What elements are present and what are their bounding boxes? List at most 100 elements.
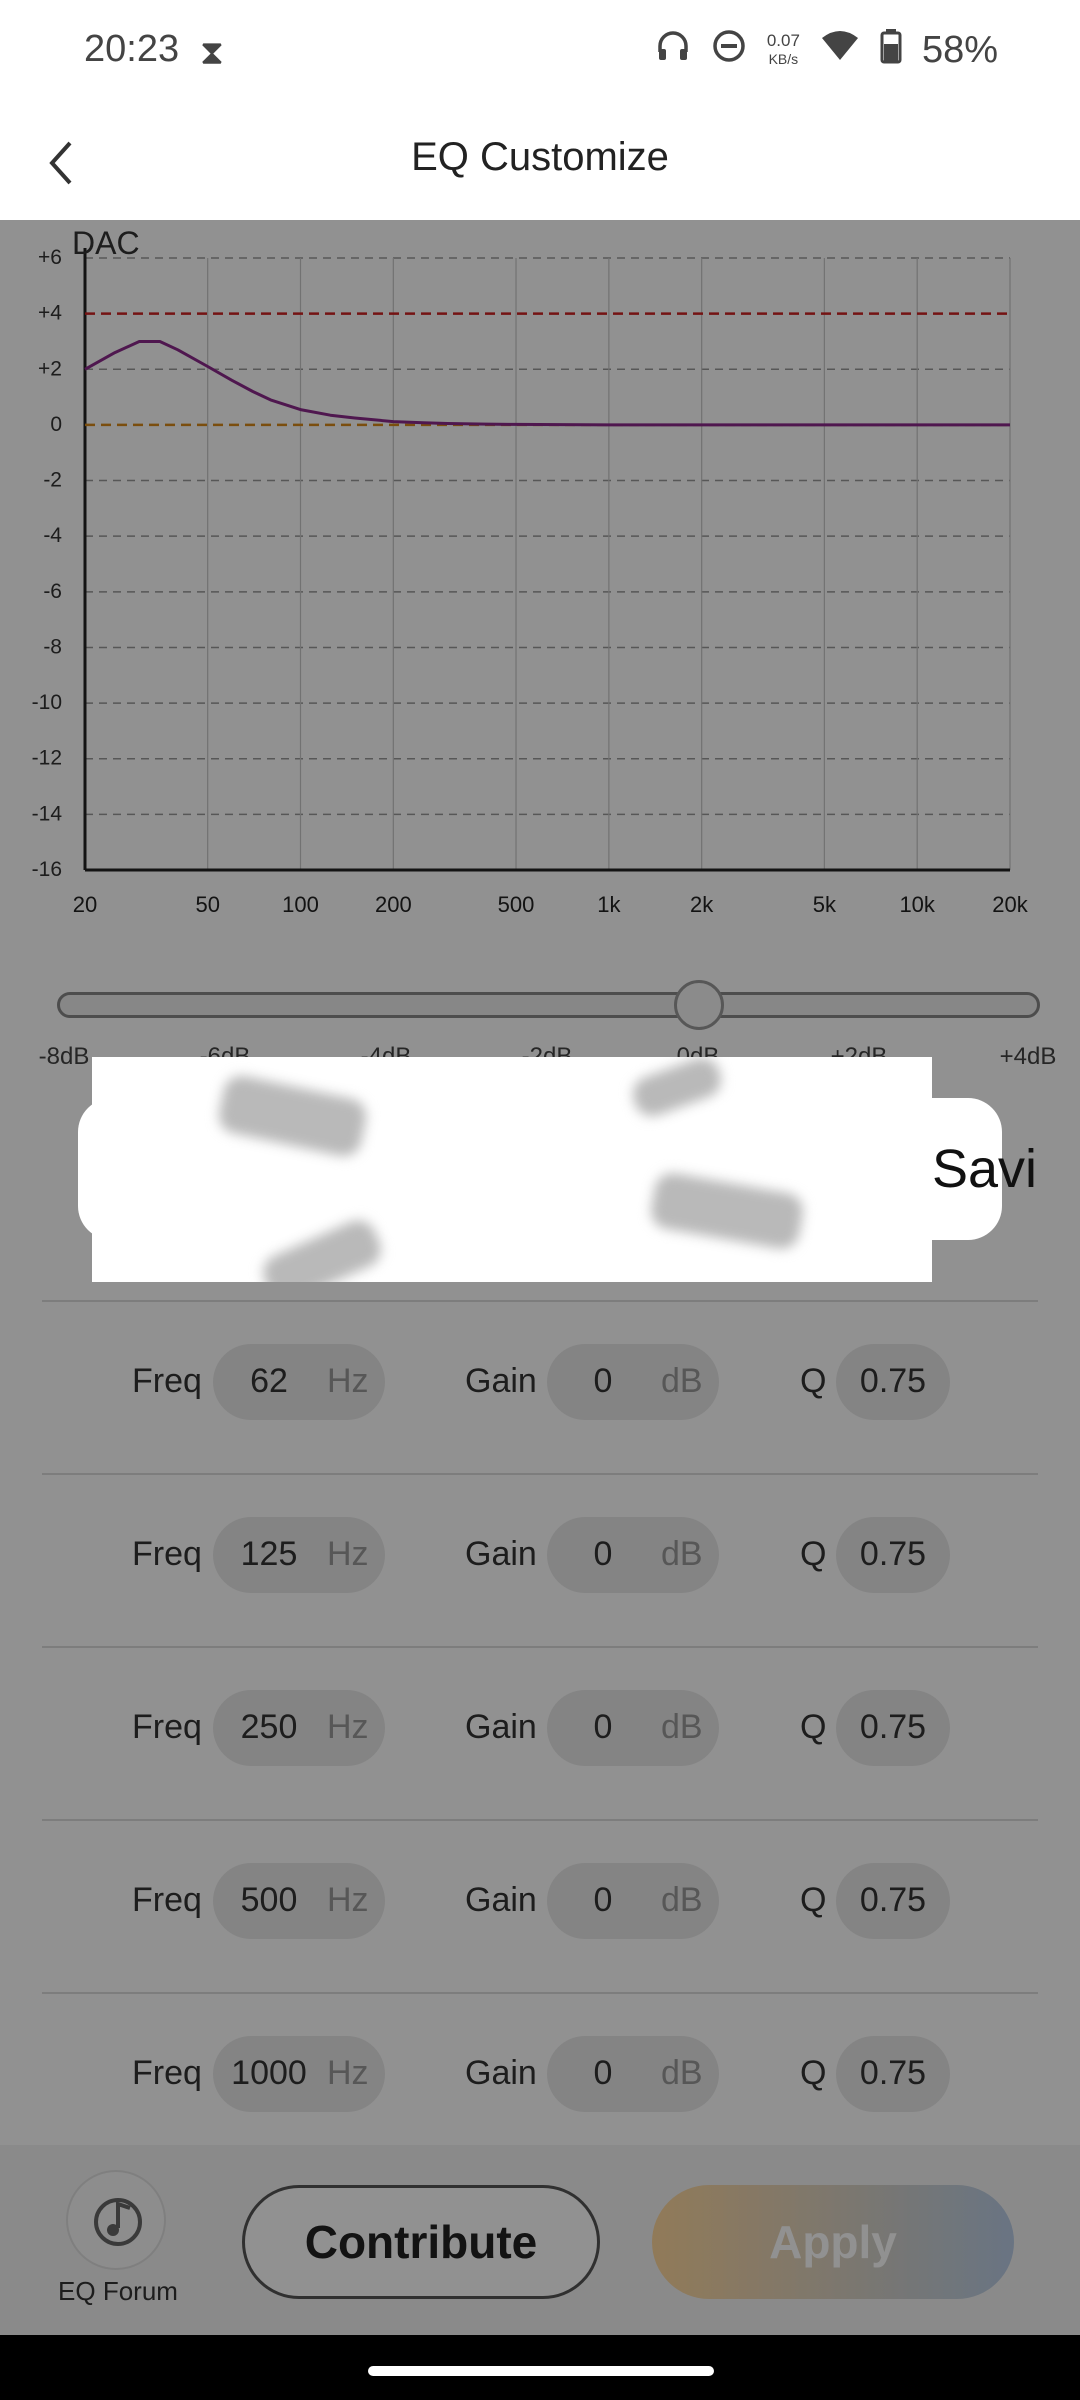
q-input[interactable]: 0.75	[836, 1690, 950, 1766]
freq-unit: Hz	[327, 1881, 369, 1919]
y-tick-label: +4	[38, 302, 62, 325]
gain-value: 0	[593, 1535, 613, 1573]
eq-forum-button[interactable]	[66, 2170, 166, 2270]
gain-value: 0	[593, 1708, 613, 1746]
q-input[interactable]: 0.75	[836, 1863, 950, 1939]
loading-blob	[257, 1214, 387, 1282]
gain-unit: dB	[661, 1881, 703, 1919]
toast-label: Savi	[932, 1139, 1038, 1199]
gain-value: 0	[593, 1881, 613, 1919]
eq-forum-label: EQ Forum	[58, 2276, 178, 2306]
q-value: 0.75	[859, 1362, 927, 1400]
eq-chart: +6 +4 +2 0 -2 -4 -6 -8 -10 -12 -14 -16 20 50 100 200 500…	[0, 220, 1080, 940]
y-tick-label: -14	[32, 802, 63, 825]
contribute-button[interactable]: Contribute	[242, 2185, 600, 2299]
freq-unit: Hz	[327, 1535, 369, 1573]
freq-unit: Hz	[327, 1362, 369, 1400]
gain-input[interactable]: 0 dB	[547, 2036, 719, 2112]
freq-value: 125	[240, 1535, 298, 1573]
y-tick-label: +2	[38, 357, 62, 380]
y-tick-label: -8	[43, 635, 62, 658]
apply-button[interactable]: Apply	[652, 2185, 1014, 2299]
gain-label: Gain	[465, 1881, 537, 1919]
q-input[interactable]: 0.75	[836, 1517, 950, 1593]
gain-label: Gain	[465, 2054, 537, 2092]
freq-input[interactable]: 125 Hz	[213, 1517, 385, 1593]
freq-input[interactable]: 1000 Hz	[213, 2036, 385, 2112]
hourglass-icon: ⧗	[200, 34, 224, 72]
gain-unit: dB	[661, 1535, 703, 1573]
gain-unit: dB	[661, 1362, 703, 1400]
gain-label: Gain	[465, 1708, 537, 1746]
freq-label: Freq	[132, 1708, 202, 1746]
gain-input[interactable]: 0 dB	[547, 1344, 719, 1420]
home-handle[interactable]	[368, 2366, 714, 2376]
net-speed-value: 0.07	[766, 31, 800, 50]
y-tick-label: -6	[43, 580, 62, 603]
band-row: Freq 125 Hz Gain 0 dB Q 0.75	[42, 1473, 1038, 1645]
status-bar: 20:23 ⧗ 0.07 KB/s 58%	[0, 0, 1080, 105]
gain-label: Gain	[465, 1362, 537, 1400]
dac-label: DAC	[72, 225, 140, 261]
freq-value: 250	[240, 1708, 298, 1746]
gain-unit: dB	[661, 2054, 703, 2092]
band-row: Freq 250 Hz Gain 0 dB Q 0.75	[42, 1646, 1038, 1818]
freq-label: Freq	[132, 2054, 202, 2092]
gain-value: 0	[593, 1362, 613, 1400]
x-tick-label: 2k	[690, 892, 714, 917]
freq-input[interactable]: 250 Hz	[213, 1690, 385, 1766]
headphones-icon	[655, 28, 691, 72]
battery-icon	[880, 28, 902, 72]
x-tick-label: 1k	[597, 892, 621, 917]
gain-input[interactable]: 0 dB	[547, 1863, 719, 1939]
loading-blob	[215, 1072, 370, 1160]
page-title: EQ Customize	[411, 135, 669, 179]
q-input[interactable]: 0.75	[836, 1344, 950, 1420]
x-tick-label: 200	[375, 892, 412, 917]
dac-tick-label: +4dB	[999, 1043, 1057, 1070]
x-tick-label: 5k	[813, 892, 837, 917]
freq-input[interactable]: 62 Hz	[213, 1344, 385, 1420]
freq-value: 500	[240, 1881, 298, 1919]
do-not-disturb-icon	[711, 28, 747, 72]
dac-slider-track[interactable]	[57, 992, 1040, 1018]
freq-input[interactable]: 500 Hz	[213, 1863, 385, 1939]
eq-chart-svg: +6 +4 +2 0 -2 -4 -6 -8 -10 -12 -14 -16 20 50 100 200 500…	[32, 246, 1029, 917]
x-tick-label: 500	[498, 892, 535, 917]
q-label: Q	[800, 1362, 827, 1400]
status-time: 20:23	[84, 28, 180, 70]
battery-percent: 58%	[921, 28, 998, 71]
status-icons: 0.07 KB/s 58%	[655, 28, 998, 72]
gain-unit: dB	[661, 1708, 703, 1746]
x-tick-label: 10k	[899, 892, 935, 917]
freq-value: 1000	[231, 2054, 307, 2092]
q-input[interactable]: 0.75	[836, 2036, 950, 2112]
loading-graphic	[92, 1057, 932, 1282]
y-tick-label: -4	[43, 524, 62, 547]
eq-curve	[84, 340, 1010, 427]
y-tick-label: -16	[32, 858, 62, 881]
y-tick-label: +6	[38, 246, 62, 269]
freq-unit: Hz	[327, 2054, 369, 2092]
gain-label: Gain	[465, 1535, 537, 1573]
y-tick-label: -12	[32, 747, 62, 770]
q-value: 0.75	[859, 1708, 927, 1746]
q-value: 0.75	[859, 2054, 927, 2092]
gain-value: 0	[593, 2054, 613, 2092]
x-tick-label: 50	[195, 892, 219, 917]
y-tick-label: 0	[50, 413, 62, 436]
gain-input[interactable]: 0 dB	[547, 1517, 719, 1593]
dac-slider-knob[interactable]	[674, 980, 724, 1030]
freq-label: Freq	[132, 1535, 202, 1573]
q-label: Q	[800, 1535, 827, 1573]
q-value: 0.75	[859, 1535, 927, 1573]
q-label: Q	[800, 1881, 827, 1919]
x-tick-label: 100	[282, 892, 319, 917]
band-row: Freq 1000 Hz Gain 0 dB Q 0.75	[42, 1992, 1038, 2164]
freq-value: 62	[250, 1362, 288, 1400]
loading-blob	[648, 1170, 806, 1252]
freq-unit: Hz	[327, 1708, 369, 1746]
dac-tick-label: -8dB	[38, 1043, 90, 1070]
gain-input[interactable]: 0 dB	[547, 1690, 719, 1766]
net-speed: 0.07 KB/s	[767, 32, 800, 68]
